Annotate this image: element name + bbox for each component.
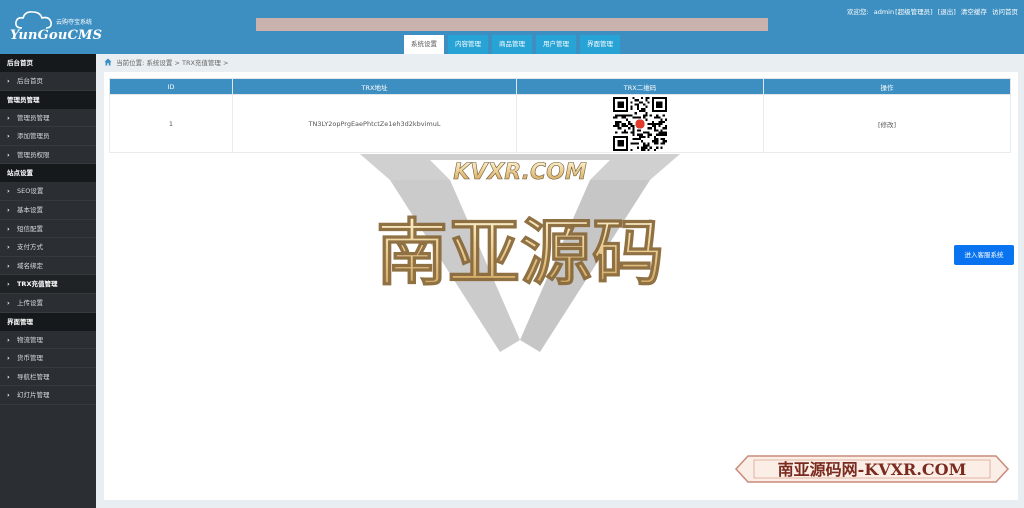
- sidebar: 后台首页 › 后台首页 管理员管理 › 管理员管理 › 添加管理员 › 管理员权限 站点…: [0, 54, 96, 508]
- qr-code-image: [613, 96, 667, 151]
- sidebar-item-admin-permissions[interactable]: › 管理员权限: [0, 146, 96, 165]
- sidebar-item-sms-config[interactable]: › 短信配置: [0, 220, 96, 239]
- sidebar-item-label: 幻灯片管理: [17, 391, 50, 400]
- chevron-right-icon: ›: [7, 113, 10, 122]
- sidebar-item-navbar[interactable]: › 导航栏管理: [0, 368, 96, 387]
- logo-subtitle: 云购夺宝系统: [56, 19, 93, 26]
- watermark-stamp-text: 南亚源码网-KVXR.COM: [778, 460, 967, 479]
- top-user-nav: 欢迎您: admin[超级管理员] [退出] 清空缓存 访问首页: [844, 6, 1018, 16]
- chevron-right-icon: ›: [7, 187, 10, 196]
- chevron-right-icon: ›: [7, 132, 10, 141]
- chevron-right-icon: ›: [7, 372, 10, 381]
- logout-link[interactable]: [退出]: [938, 8, 956, 16]
- tab-system-settings[interactable]: 系统设置: [404, 35, 444, 54]
- cell-trx-address: TN3LY2opPrgEaePhtctZe1eh3d2kbvimuL: [232, 94, 517, 153]
- breadcrumb: 当前位置: 系统设置 > TRX充值管理 >: [104, 57, 228, 67]
- sidebar-item-label: TRX充值管理: [17, 280, 58, 289]
- table-row: 1 TN3LY2opPrgEaePhtctZe1eh3d2kbvimuL [修改…: [109, 94, 1011, 153]
- sidebar-item-label: 物流管理: [17, 335, 43, 344]
- sidebar-item-payment-methods[interactable]: › 支付方式: [0, 238, 96, 257]
- sidebar-item-trx-recharge[interactable]: › TRX充值管理: [0, 275, 96, 294]
- clear-cache-link[interactable]: 清空缓存: [961, 8, 987, 16]
- sidebar-item-label: 支付方式: [17, 243, 43, 252]
- sidebar-item-label: SEO设置: [17, 187, 44, 196]
- cloud-icon: [15, 11, 52, 29]
- breadcrumb-separator: >: [223, 59, 229, 67]
- watermark-main-text: 南亚源码: [376, 210, 664, 295]
- watermark-logo: KVXR.COM 南亚源码: [360, 154, 680, 352]
- sidebar-item-label: 基本设置: [17, 205, 43, 214]
- sidebar-item-label: 管理员管理: [17, 113, 50, 122]
- enter-customer-service-button[interactable]: 进入客服系统: [954, 245, 1014, 265]
- username-link[interactable]: admin: [874, 8, 894, 16]
- cell-qrcode: [516, 94, 764, 153]
- sidebar-item-logistics[interactable]: › 物流管理: [0, 331, 96, 350]
- tab-users[interactable]: 用户管理: [536, 35, 576, 54]
- sidebar-item-label: 货币管理: [17, 354, 43, 363]
- sidebar-item-admin-manage[interactable]: › 管理员管理: [0, 109, 96, 128]
- sidebar-section-site-settings: 站点设置: [0, 164, 96, 183]
- chevron-right-icon: ›: [7, 150, 10, 159]
- sidebar-item-label: 后台首页: [17, 77, 43, 85]
- sidebar-item-currency[interactable]: › 货币管理: [0, 349, 96, 368]
- sidebar-item-label: 域名绑定: [17, 261, 43, 270]
- visit-home-link[interactable]: 访问首页: [992, 8, 1018, 16]
- chevron-right-icon: ›: [7, 354, 10, 363]
- sidebar-item-label: 添加管理员: [17, 132, 50, 141]
- column-header-trx-address: TRX地址: [232, 78, 517, 95]
- sidebar-section-interface: 界面管理: [0, 312, 96, 331]
- welcome-text: 欢迎您:: [846, 8, 869, 16]
- sidebar-section-admins: 管理员管理: [0, 90, 96, 109]
- sidebar-item-label: 上传设置: [17, 298, 43, 307]
- sidebar-item-domain-binding[interactable]: › 域名绑定: [0, 257, 96, 276]
- breadcrumb-level-2[interactable]: TRX充值管理: [182, 59, 221, 67]
- sidebar-item-add-admin[interactable]: › 添加管理员: [0, 127, 96, 146]
- breadcrumb-separator: >: [174, 59, 180, 67]
- chevron-right-icon: ›: [7, 224, 10, 233]
- app-logo[interactable]: 云购夺宝系统 YunGouCMS: [8, 8, 104, 46]
- breadcrumb-current-label: 当前位置:: [116, 59, 145, 67]
- sidebar-item-label: 导航栏管理: [17, 372, 50, 381]
- watermark-stamp: 南亚源码网-KVXR.COM: [734, 455, 1010, 483]
- chevron-right-icon: ›: [7, 298, 10, 307]
- edit-link[interactable]: [修改]: [878, 121, 896, 129]
- watermark-top-text: KVXR.COM: [453, 160, 587, 185]
- sidebar-item-seo[interactable]: › SEO设置: [0, 182, 96, 201]
- table-header-row: ID TRX地址 TRX二维码 操作: [109, 78, 1011, 95]
- column-header-trx-qrcode: TRX二维码: [516, 78, 764, 95]
- chevron-right-icon: ›: [7, 243, 10, 252]
- top-banner-bar: [256, 18, 768, 31]
- sidebar-item-upload-settings[interactable]: › 上传设置: [0, 294, 96, 313]
- breadcrumb-level-1[interactable]: 系统设置: [146, 59, 172, 67]
- sidebar-item-label: 短信配置: [17, 224, 43, 233]
- cell-id: 1: [109, 94, 233, 153]
- home-icon: [104, 58, 112, 66]
- chevron-right-icon: ›: [7, 77, 10, 85]
- top-header: 云购夺宝系统 YunGouCMS 欢迎您: admin[超级管理员] [退出] …: [0, 0, 1024, 54]
- sidebar-item-slideshow[interactable]: › 幻灯片管理: [0, 386, 96, 405]
- chevron-right-icon: ›: [7, 205, 10, 214]
- sidebar-section-home: 后台首页: [0, 54, 96, 72]
- tab-content[interactable]: 内容管理: [448, 35, 488, 54]
- role-badge: [超级管理员]: [895, 8, 933, 16]
- tab-interface[interactable]: 界面管理: [580, 35, 620, 54]
- sidebar-item-basic-settings[interactable]: › 基本设置: [0, 201, 96, 220]
- chevron-right-icon: ›: [7, 261, 10, 270]
- sidebar-item-home[interactable]: › 后台首页: [0, 72, 96, 91]
- chevron-right-icon: ›: [7, 391, 10, 400]
- main-tabs: 系统设置 内容管理 商品管理 用户管理 界面管理: [404, 35, 620, 54]
- logo-name: YunGouCMS: [10, 28, 103, 43]
- cell-actions: [修改]: [763, 94, 1011, 153]
- chevron-right-icon: ›: [7, 280, 10, 289]
- column-header-id: ID: [109, 78, 233, 95]
- tab-products[interactable]: 商品管理: [492, 35, 532, 54]
- chevron-right-icon: ›: [7, 335, 10, 344]
- trx-table: ID TRX地址 TRX二维码 操作 1 TN3LY2opPrgEaePhtct…: [109, 78, 1011, 153]
- sidebar-item-label: 管理员权限: [17, 150, 50, 159]
- column-header-actions: 操作: [763, 78, 1011, 95]
